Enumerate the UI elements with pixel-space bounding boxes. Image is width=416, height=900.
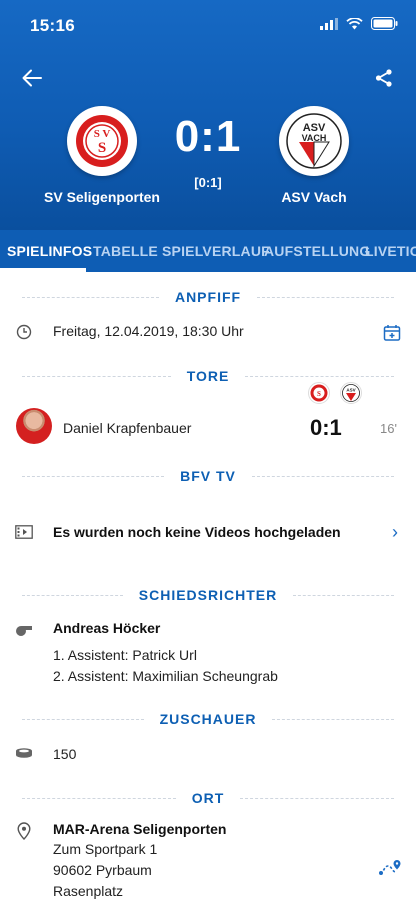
away-team-name[interactable]: ASV Vach [234,189,394,205]
halftime-score: [0:1] [194,175,222,190]
venue-city: 90602 Pyrbaum [53,862,152,878]
section-header-zuschauer: ZUSCHAUER [0,709,416,729]
referee-name: Andreas Höcker [53,620,161,636]
tab-bar: SPIELINFOS TABELLE SPIELVERLAUF AUFSTELL… [0,230,416,272]
film-icon [14,522,34,542]
section-title-ort: ORT [191,790,225,806]
home-crest-icon: S V S [76,115,128,167]
svg-text:S V: S V [94,128,111,140]
svg-text:VACH: VACH [302,133,327,143]
svg-text:S: S [98,140,106,156]
assistant-2: 2. Assistent: Maximilian Scheungrab [53,668,278,684]
arrow-left-icon [22,69,42,87]
directions-button[interactable] [378,858,402,878]
no-videos-message[interactable]: Es wurden noch keine Videos hochgeladen [53,524,341,540]
status-icons [320,17,398,30]
section-header-schiedsrichter: SCHIEDSRICHTER [0,585,416,605]
match-header: 15:16 S V S ASV VACH SV Seligenporten AS… [0,0,416,230]
assistant-1: 1. Assistent: Patrick Url [53,647,197,663]
section-title-tore: TORE [186,368,230,384]
tab-spielinfos[interactable]: SPIELINFOS [7,230,92,272]
share-button[interactable] [370,64,398,92]
status-time: 15:16 [30,16,75,35]
chevron-right-icon[interactable]: › [392,522,398,543]
calendar-add-icon [383,325,401,341]
tab-spielverlauf[interactable]: SPIELVERLAUF [162,230,270,272]
away-team-logo[interactable]: ASV VACH [279,106,349,176]
home-team-logo[interactable]: S V S [67,106,137,176]
whistle-icon [14,620,34,640]
venue-street: Zum Sportpark 1 [53,841,158,857]
location-pin-icon [14,821,34,841]
clock-icon [14,322,34,342]
svg-text:S: S [317,390,321,398]
match-score: 0:1 [174,112,242,161]
section-title-schiedsrichter: SCHIEDSRICHTER [138,587,278,603]
home-crest-mini-icon: S [310,384,328,402]
venue-name: MAR-Arena Seligenporten [53,821,227,837]
goal-score: 0:1 [310,415,342,440]
goal-away-mini-logo: ASV [340,382,362,404]
scorer-name[interactable]: Daniel Krapfenbauer [63,420,191,436]
battery-icon [371,17,398,30]
signal-icon [320,17,338,30]
spectator-count: 150 [53,746,77,762]
scorer-avatar[interactable] [16,408,52,444]
tab-liveticker[interactable]: LIVETICK [365,230,416,272]
home-team-name[interactable]: SV Seligenporten [22,189,182,205]
section-title-bfv-tv: BFV TV [180,468,236,484]
section-header-bfv-tv: BFV TV [0,466,416,486]
section-title-zuschauer: ZUSCHAUER [159,711,257,727]
add-calendar-button[interactable] [383,324,403,344]
away-crest-mini-icon: ASV [342,384,360,402]
goal-home-mini-logo: S [308,382,330,404]
status-bar: 15:16 [0,0,416,50]
stadium-icon [14,743,34,763]
route-icon [379,860,401,875]
back-button[interactable] [18,64,46,92]
tab-tabelle[interactable]: TABELLE [93,230,158,272]
share-icon [375,69,392,87]
venue-surface: Rasenplatz [53,883,124,899]
section-title-anpfiff: ANPFIFF [174,289,242,305]
tab-aufstellung[interactable]: AUFSTELLUNG [264,230,370,272]
svg-text:ASV: ASV [346,388,355,393]
active-tab-indicator [0,268,86,272]
section-header-anpfiff: ANPFIFF [0,287,416,307]
goal-minute: 16' [380,421,397,436]
away-crest-icon: ASV VACH [286,113,342,169]
section-header-ort: ORT [0,788,416,808]
wifi-icon [346,17,363,29]
kickoff-datetime: Freitag, 12.04.2019, 18:30 Uhr [53,323,244,339]
